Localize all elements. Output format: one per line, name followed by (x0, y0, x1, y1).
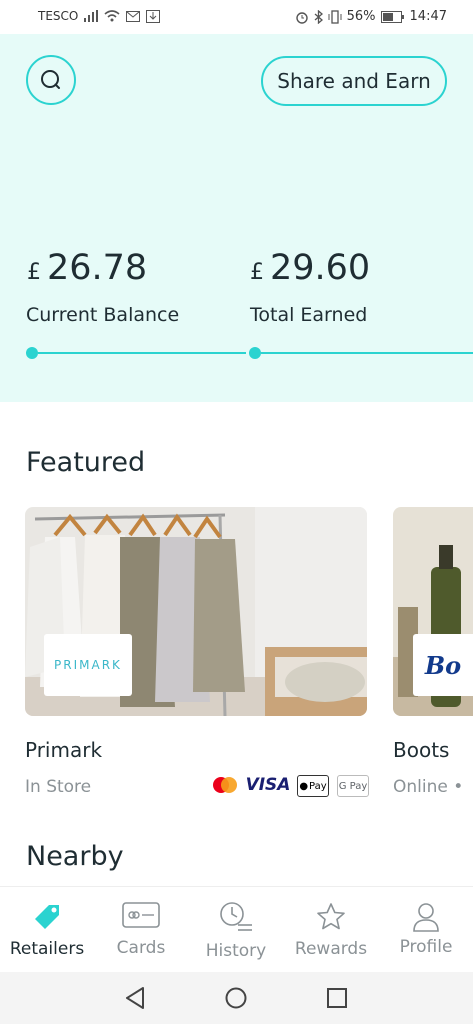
alarm-icon (295, 11, 308, 24)
carousel-track (38, 352, 246, 354)
nav-rewards-label: Rewards (294, 939, 368, 959)
status-right: 56% 14:47 (295, 9, 447, 24)
bottom-nav: Retailers Cards History Rewards Profile (0, 886, 473, 973)
nav-retailers[interactable]: Retailers (0, 887, 94, 973)
apple-pay-badge: ● Pay (297, 775, 329, 797)
total-earned-amount: £ 29.60 (250, 248, 370, 288)
nav-cards-label: Cards (116, 938, 166, 958)
carousel-dot (26, 347, 38, 359)
star-icon (284, 901, 378, 933)
primark-name[interactable]: Primark (25, 738, 102, 762)
featured-title: Featured (26, 447, 146, 478)
mail-icon (126, 10, 141, 22)
carousel-dot (249, 347, 261, 359)
search-icon (41, 70, 60, 89)
home-icon[interactable] (225, 987, 247, 1009)
currency-symbol: £ (250, 260, 264, 285)
clock: 14:47 (409, 9, 447, 24)
recents-icon[interactable] (327, 988, 347, 1008)
battery-icon (380, 10, 404, 23)
card-icon (94, 901, 188, 933)
nav-cards[interactable]: Cards (94, 887, 188, 973)
current-balance-amount: £ 26.78 (27, 248, 147, 288)
boots-name[interactable]: Boots (393, 738, 449, 762)
apple-icon: ● (299, 780, 309, 792)
google-pay-badge: G Pay (337, 775, 369, 797)
nav-retailers-label: Retailers (9, 939, 85, 959)
history-icon (189, 901, 283, 933)
signal-icon (84, 10, 99, 22)
share-and-earn-button[interactable]: Share and Earn (261, 56, 447, 106)
status-bar: TESCO 56% 14:47 (0, 0, 473, 34)
status-left: TESCO (38, 9, 161, 23)
carousel-track (261, 352, 473, 354)
nav-profile-label: Profile (399, 937, 453, 957)
search-button[interactable] (26, 55, 76, 105)
tag-icon (0, 901, 94, 933)
primark-logo: PRIMARK (44, 634, 132, 696)
vibrate-icon (328, 9, 342, 24)
nav-history[interactable]: History (189, 887, 283, 973)
person-icon (379, 901, 473, 933)
boots-type: Online • (393, 777, 464, 797)
boots-logo: Bo (413, 634, 473, 696)
current-balance-label: Current Balance (26, 304, 180, 326)
carrier-label: TESCO (38, 9, 79, 23)
nav-profile[interactable]: Profile (379, 887, 473, 973)
battery-percent: 56% (346, 9, 376, 24)
currency-symbol: £ (27, 260, 41, 285)
wifi-icon (104, 10, 120, 22)
download-icon (146, 9, 161, 23)
current-balance-value: 26.78 (47, 248, 148, 288)
boots-card-image[interactable]: Bo (393, 507, 473, 716)
system-nav-bar (0, 972, 473, 1024)
mastercard-icon (211, 775, 239, 795)
nearby-title: Nearby (26, 841, 124, 872)
nav-rewards[interactable]: Rewards (284, 887, 378, 973)
primark-card-image[interactable]: PRIMARK (25, 507, 367, 716)
bluetooth-icon (314, 9, 323, 24)
nav-history-label: History (205, 941, 267, 961)
total-earned-label: Total Earned (250, 304, 368, 326)
primark-type: In Store (25, 777, 92, 797)
back-icon[interactable] (124, 986, 146, 1010)
visa-logo: VISA (245, 775, 291, 795)
total-earned-value: 29.60 (270, 248, 371, 288)
